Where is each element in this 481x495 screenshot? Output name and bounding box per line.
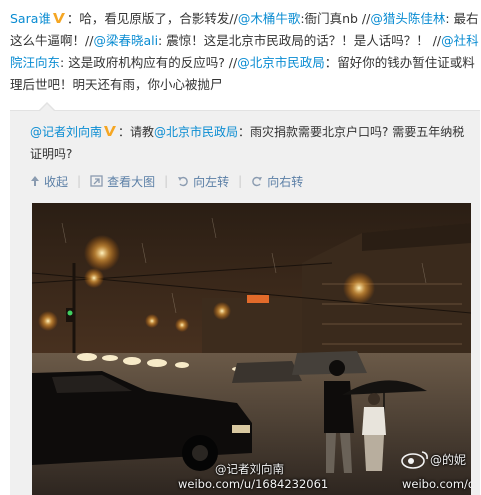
action-separator: | (238, 174, 243, 188)
mention-2[interactable]: @猎头陈佳林 (370, 11, 445, 26)
repost-arrow (40, 104, 54, 111)
rotate-right-label: 向右转 (267, 174, 304, 189)
attached-photo[interactable]: @记者刘向南 weibo.com/u/1684232061 @的妮 weibo.… (32, 203, 471, 495)
rotate-right-icon (252, 176, 263, 187)
photo-watermark-logo: @的妮 (400, 449, 466, 469)
rotate-left-button[interactable]: 向左转 (177, 173, 229, 190)
post-text-1: ：哈，看见原版了，合影转发// (66, 11, 238, 26)
collapse-label: 收起 (44, 174, 69, 189)
verified-badge-icon (104, 126, 117, 136)
rotate-right-button[interactable]: 向右转 (251, 173, 303, 190)
photo-watermark-url: weibo.com/u/1684232061 (178, 477, 329, 491)
rotate-left-icon (178, 176, 188, 187)
action-separator: | (77, 174, 82, 188)
post-text: Sara谁 ：哈，看见原版了，合影转发//@木桶牛歌:衙门真nb //@猎头陈佳林… (10, 8, 480, 96)
photo-watermark-author: @记者刘向南 (215, 462, 284, 476)
photo-watermark-handle: @的妮 (430, 452, 467, 467)
weibo-logo-icon (401, 451, 428, 469)
image-actions-bar: 收起 | 查看大图 | 向左转 | 向右转 (30, 173, 303, 189)
photo-watermark-url-2: weibo.com/den (402, 477, 471, 491)
post-text-4: : 震惊！这是北京市民政局的话？！是人话吗？！ // (158, 33, 442, 48)
repost-mention[interactable]: @北京市民政局 (154, 125, 238, 139)
collapse-button[interactable]: 收起 (30, 173, 68, 190)
post-text-2: :衙门真nb // (300, 11, 371, 26)
rotate-left-label: 向左转 (193, 174, 230, 189)
repost-box: @记者刘向南 ：请教@北京市民政局：雨灾捐款需要北京户口吗? 需要五年纳税证明吗?… (10, 102, 480, 495)
mention-5[interactable]: @北京市民政局 (237, 55, 325, 70)
action-separator: | (164, 174, 169, 188)
view-large-icon (90, 175, 103, 187)
view-large-label: 查看大图 (107, 174, 156, 189)
repost-text-1: ：请教 (118, 125, 155, 139)
mention-1[interactable]: @木桶牛歌 (238, 11, 301, 26)
repost-author[interactable]: @记者刘向南 (30, 125, 102, 139)
author-name[interactable]: Sara谁 (10, 11, 51, 26)
view-large-button[interactable]: 查看大图 (90, 173, 155, 190)
mention-3[interactable]: @梁春晓ali (93, 33, 158, 48)
collapse-arrow-icon (31, 176, 39, 186)
repost-text: @记者刘向南 ：请教@北京市民政局：雨灾捐款需要北京户口吗? 需要五年纳税证明吗? (30, 121, 470, 165)
post-text-5: : 这是政府机构应有的反应吗? // (60, 55, 238, 70)
verified-badge-icon (52, 13, 65, 23)
